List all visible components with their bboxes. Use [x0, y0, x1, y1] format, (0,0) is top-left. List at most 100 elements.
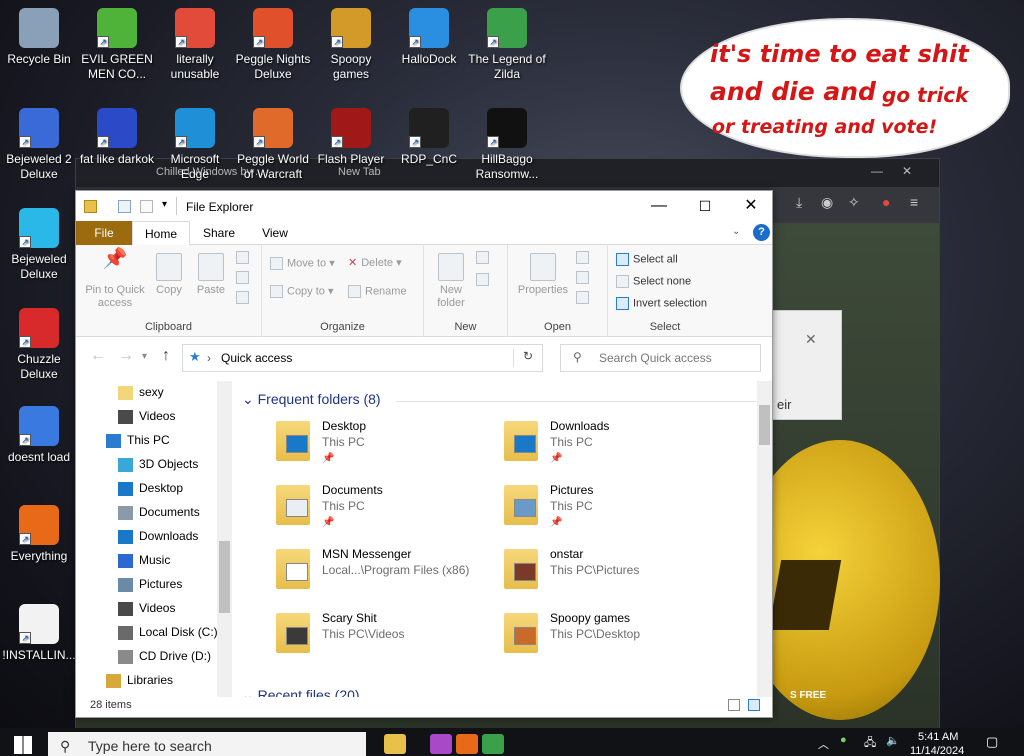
rename-button[interactable]: Rename	[348, 285, 407, 298]
desktop-shortcut[interactable]: ↗ RDP_CnC	[390, 108, 468, 167]
up-icon[interactable]: ↑	[162, 347, 170, 365]
desktop-shortcut[interactable]: ↗ doesnt load	[0, 406, 78, 465]
search-box[interactable]: ⚲ Search Quick access	[560, 344, 761, 372]
move-to-button[interactable]: Move to ▾	[270, 257, 335, 270]
new-folder-icon[interactable]	[140, 200, 153, 213]
refresh-icon[interactable]: ↻	[523, 349, 533, 363]
firefox-taskbar-icon[interactable]	[430, 734, 452, 754]
scroll-thumb[interactable]	[759, 405, 770, 445]
select-none-button[interactable]: Select none	[616, 275, 691, 288]
desktop-shortcut[interactable]: ↗ literally unusable	[156, 8, 234, 82]
nav-item[interactable]: Downloads	[118, 525, 198, 547]
tab-share[interactable]: Share	[194, 221, 244, 245]
copy-path-icon[interactable]	[236, 271, 249, 284]
tab-home[interactable]: Home	[132, 221, 190, 246]
details-view-icon[interactable]	[728, 699, 740, 711]
invert-selection-button[interactable]: Invert selection	[616, 297, 707, 310]
cut-icon[interactable]	[236, 251, 249, 264]
nav-scrollbar[interactable]	[217, 381, 232, 697]
minimize-button[interactable]: —	[636, 191, 682, 221]
back-icon[interactable]: ←	[90, 347, 106, 365]
desktop-shortcut[interactable]: ↗ Bejeweled 2 Deluxe	[0, 108, 78, 182]
open-icon[interactable]	[576, 251, 589, 264]
browser-tab[interactable]: New Tab	[338, 166, 381, 178]
clock-date[interactable]: 11/14/2024	[910, 745, 964, 756]
extension-icon[interactable]: ●	[882, 194, 890, 210]
user-tray-icon[interactable]: ●	[840, 734, 847, 746]
game-taskbar-icon[interactable]	[482, 734, 504, 754]
close-icon[interactable]: ✕	[805, 331, 817, 348]
nav-item[interactable]: Videos	[118, 405, 175, 427]
clock-time[interactable]: 5:41 AM	[918, 731, 958, 743]
desktop-shortcut[interactable]: ↗ Flash Player	[312, 108, 390, 167]
search-input[interactable]: Search Quick access	[599, 351, 712, 365]
nav-item[interactable]: sexy	[118, 381, 164, 403]
desktop-shortcut[interactable]: ↗ !INSTALLIN...	[0, 604, 78, 663]
folder-tile[interactable]: Spoopy games This PC\Desktop	[504, 609, 732, 667]
download-icon[interactable]: ⤓	[796, 194, 802, 211]
nav-item[interactable]: Libraries	[106, 669, 173, 691]
desktop-shortcut[interactable]: ↗ fat like darkok	[78, 108, 156, 167]
desktop-shortcut[interactable]: ↗ Peggle Nights Deluxe	[234, 8, 312, 82]
new-item-icon[interactable]	[476, 251, 489, 264]
desktop-shortcut[interactable]: ↗ Microsoft Edge	[156, 108, 234, 182]
desktop-shortcut[interactable]: ↗ EVIL GREEN MEN CO...	[78, 8, 156, 82]
desktop-shortcut[interactable]: ↗ The Legend of Zilda	[468, 8, 546, 82]
properties-icon[interactable]	[118, 200, 131, 213]
nav-item[interactable]: Local Disk (C:)	[118, 621, 218, 643]
desktop-shortcut[interactable]: ↗ Everything	[0, 505, 78, 564]
nav-item[interactable]: This PC	[106, 429, 170, 451]
nav-item[interactable]: Videos	[118, 597, 175, 619]
desktop-shortcut[interactable]: ↗ Peggle World of Warcraft	[234, 108, 312, 182]
folder-tile[interactable]: Downloads This PC 📌	[504, 417, 732, 475]
easy-access-icon[interactable]	[476, 273, 489, 286]
close-button[interactable]: ✕	[728, 191, 774, 221]
desktop-shortcut[interactable]: ↗ HillBaggo Ransomw...	[468, 108, 546, 182]
paste-button[interactable]: Paste	[192, 253, 230, 297]
select-all-button[interactable]: Select all	[616, 253, 678, 266]
title-bar[interactable]: ▾ File Explorer — ☐ ✕	[76, 191, 772, 221]
tray-overflow-icon[interactable]: ︿	[818, 736, 829, 752]
app-taskbar-icon[interactable]	[456, 734, 478, 754]
profile-icon[interactable]: ◉	[821, 194, 833, 211]
close-icon[interactable]: ✕	[902, 164, 912, 178]
nav-item[interactable]: Music	[118, 549, 170, 571]
file-explorer-taskbar-icon[interactable]	[384, 734, 406, 754]
folder-tile[interactable]: Desktop This PC 📌	[276, 417, 504, 475]
pin-to-quick-access-button[interactable]: 📌 Pin to Quick access	[82, 249, 148, 310]
desktop-shortcut[interactable]: ↗ HalloDock	[390, 8, 468, 67]
folder-tile[interactable]: onstar This PC\Pictures	[504, 545, 732, 603]
help-icon[interactable]: ?	[753, 224, 770, 241]
address-bar[interactable]: ★ › Quick access ↻	[182, 344, 543, 372]
maximize-button[interactable]: ☐	[682, 191, 728, 221]
nav-item[interactable]: CD Drive (D:)	[118, 645, 211, 667]
scroll-thumb[interactable]	[219, 541, 230, 613]
nav-item[interactable]: Desktop	[118, 477, 183, 499]
taskbar-search-input[interactable]: Type here to search	[88, 732, 212, 756]
expand-ribbon-icon[interactable]: ⌄	[732, 226, 740, 237]
notifications-icon[interactable]: ▢	[986, 734, 998, 750]
copy-to-button[interactable]: Copy to ▾	[270, 285, 334, 298]
paste-shortcut-icon[interactable]	[236, 291, 249, 304]
delete-button[interactable]: ✕ Delete ▾	[348, 257, 402, 270]
folder-tile[interactable]: MSN Messenger Local...\Program Files (x86…	[276, 545, 504, 603]
main-scrollbar[interactable]	[757, 381, 772, 697]
nav-item[interactable]: Documents	[118, 501, 200, 523]
new-folder-button[interactable]: New folder	[432, 253, 470, 310]
folder-tile[interactable]: Pictures This PC 📌	[504, 481, 732, 539]
desktop-shortcut[interactable]: Recycle Bin	[0, 8, 78, 67]
tiles-view-icon[interactable]	[748, 699, 760, 711]
minimize-icon[interactable]: —	[871, 164, 883, 178]
desktop-shortcut[interactable]: ↗ Chuzzle Deluxe	[0, 308, 78, 382]
recent-locations-icon[interactable]: ▾	[142, 351, 147, 362]
frequent-folders-header[interactable]: ⌄ Frequent folders (8)	[242, 391, 381, 408]
extensions-icon[interactable]: ✧	[848, 194, 860, 211]
properties-button[interactable]: Properties	[514, 253, 572, 297]
edit-icon[interactable]	[576, 271, 589, 284]
menu-icon[interactable]: ≡	[910, 194, 918, 210]
desktop-shortcut[interactable]: ↗ Bejeweled Deluxe	[0, 208, 78, 282]
volume-icon[interactable]: 🔈	[886, 734, 900, 747]
history-icon[interactable]	[576, 291, 589, 304]
nav-item[interactable]: Pictures	[118, 573, 182, 595]
forward-icon[interactable]: →	[118, 347, 134, 365]
